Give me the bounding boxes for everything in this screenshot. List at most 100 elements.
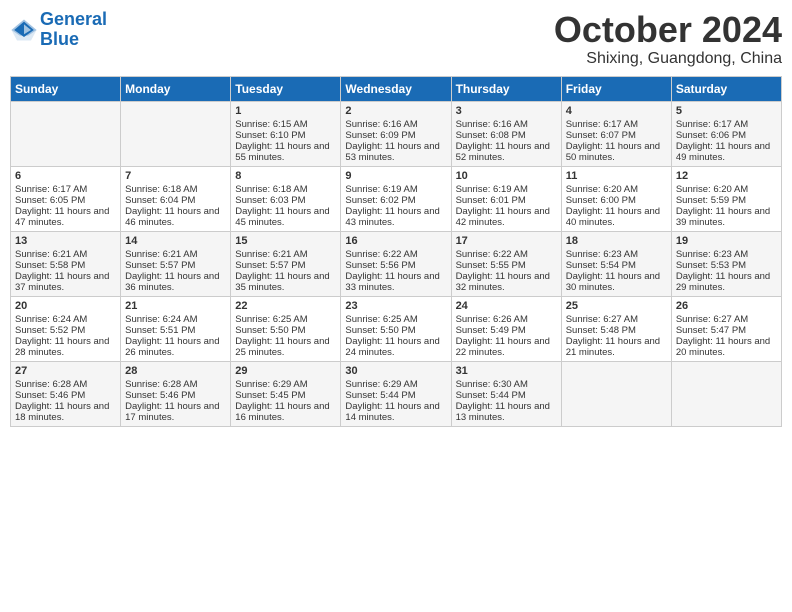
day-number: 29 bbox=[235, 365, 336, 377]
sunset-time: Sunset: 5:49 PM bbox=[456, 325, 526, 336]
calendar-day-cell: 12Sunrise: 6:20 AMSunset: 5:59 PMDayligh… bbox=[671, 166, 781, 231]
sunrise-time: Sunrise: 6:24 AM bbox=[125, 314, 197, 325]
daylight-hours: Daylight: 11 hours and 50 minutes. bbox=[566, 141, 660, 163]
sunset-time: Sunset: 5:50 PM bbox=[345, 325, 415, 336]
sunrise-time: Sunrise: 6:20 AM bbox=[566, 184, 638, 195]
calendar-day-cell: 14Sunrise: 6:21 AMSunset: 5:57 PMDayligh… bbox=[121, 231, 231, 296]
day-number: 10 bbox=[456, 170, 557, 182]
daylight-hours: Daylight: 11 hours and 43 minutes. bbox=[345, 206, 439, 228]
daylight-hours: Daylight: 11 hours and 40 minutes. bbox=[566, 206, 660, 228]
calendar-week-row: 27Sunrise: 6:28 AMSunset: 5:46 PMDayligh… bbox=[11, 361, 782, 426]
page-header: General Blue October 2024 Shixing, Guang… bbox=[10, 10, 782, 68]
weekday-header-thursday: Thursday bbox=[451, 76, 561, 101]
daylight-hours: Daylight: 11 hours and 35 minutes. bbox=[235, 271, 329, 293]
sunset-time: Sunset: 5:46 PM bbox=[15, 390, 85, 401]
sunrise-time: Sunrise: 6:22 AM bbox=[456, 249, 528, 260]
sunset-time: Sunset: 5:47 PM bbox=[676, 325, 746, 336]
calendar-day-cell: 31Sunrise: 6:30 AMSunset: 5:44 PMDayligh… bbox=[451, 361, 561, 426]
sunrise-time: Sunrise: 6:23 AM bbox=[676, 249, 748, 260]
daylight-hours: Daylight: 11 hours and 14 minutes. bbox=[345, 401, 439, 423]
day-number: 1 bbox=[235, 105, 336, 117]
logo-icon bbox=[10, 16, 38, 44]
daylight-hours: Daylight: 11 hours and 18 minutes. bbox=[15, 401, 109, 423]
day-number: 23 bbox=[345, 300, 446, 312]
day-number: 7 bbox=[125, 170, 226, 182]
sunrise-time: Sunrise: 6:19 AM bbox=[345, 184, 417, 195]
daylight-hours: Daylight: 11 hours and 33 minutes. bbox=[345, 271, 439, 293]
calendar-day-cell: 13Sunrise: 6:21 AMSunset: 5:58 PMDayligh… bbox=[11, 231, 121, 296]
calendar-day-cell: 7Sunrise: 6:18 AMSunset: 6:04 PMDaylight… bbox=[121, 166, 231, 231]
weekday-header-row: SundayMondayTuesdayWednesdayThursdayFrid… bbox=[11, 76, 782, 101]
sunrise-time: Sunrise: 6:18 AM bbox=[235, 184, 307, 195]
calendar-day-cell: 29Sunrise: 6:29 AMSunset: 5:45 PMDayligh… bbox=[231, 361, 341, 426]
day-number: 15 bbox=[235, 235, 336, 247]
daylight-hours: Daylight: 11 hours and 53 minutes. bbox=[345, 141, 439, 163]
calendar-day-cell: 27Sunrise: 6:28 AMSunset: 5:46 PMDayligh… bbox=[11, 361, 121, 426]
daylight-hours: Daylight: 11 hours and 16 minutes. bbox=[235, 401, 329, 423]
sunset-time: Sunset: 5:57 PM bbox=[125, 260, 195, 271]
day-number: 14 bbox=[125, 235, 226, 247]
calendar-day-cell: 5Sunrise: 6:17 AMSunset: 6:06 PMDaylight… bbox=[671, 101, 781, 166]
sunrise-time: Sunrise: 6:20 AM bbox=[676, 184, 748, 195]
sunset-time: Sunset: 6:08 PM bbox=[456, 130, 526, 141]
daylight-hours: Daylight: 11 hours and 17 minutes. bbox=[125, 401, 219, 423]
day-number: 5 bbox=[676, 105, 777, 117]
calendar-day-cell: 30Sunrise: 6:29 AMSunset: 5:44 PMDayligh… bbox=[341, 361, 451, 426]
sunrise-time: Sunrise: 6:17 AM bbox=[676, 119, 748, 130]
calendar-day-cell: 15Sunrise: 6:21 AMSunset: 5:57 PMDayligh… bbox=[231, 231, 341, 296]
daylight-hours: Daylight: 11 hours and 32 minutes. bbox=[456, 271, 550, 293]
sunset-time: Sunset: 5:50 PM bbox=[235, 325, 305, 336]
day-number: 26 bbox=[676, 300, 777, 312]
day-number: 3 bbox=[456, 105, 557, 117]
day-number: 31 bbox=[456, 365, 557, 377]
day-number: 27 bbox=[15, 365, 116, 377]
sunrise-time: Sunrise: 6:16 AM bbox=[345, 119, 417, 130]
sunrise-time: Sunrise: 6:19 AM bbox=[456, 184, 528, 195]
title-block: October 2024 Shixing, Guangdong, China bbox=[554, 10, 782, 68]
day-number: 2 bbox=[345, 105, 446, 117]
day-number: 30 bbox=[345, 365, 446, 377]
day-number: 20 bbox=[15, 300, 116, 312]
daylight-hours: Daylight: 11 hours and 21 minutes. bbox=[566, 336, 660, 358]
sunset-time: Sunset: 5:46 PM bbox=[125, 390, 195, 401]
sunset-time: Sunset: 6:01 PM bbox=[456, 195, 526, 206]
calendar-day-cell: 26Sunrise: 6:27 AMSunset: 5:47 PMDayligh… bbox=[671, 296, 781, 361]
calendar-day-cell: 11Sunrise: 6:20 AMSunset: 6:00 PMDayligh… bbox=[561, 166, 671, 231]
weekday-header-wednesday: Wednesday bbox=[341, 76, 451, 101]
sunset-time: Sunset: 6:09 PM bbox=[345, 130, 415, 141]
sunrise-time: Sunrise: 6:21 AM bbox=[15, 249, 87, 260]
sunset-time: Sunset: 6:04 PM bbox=[125, 195, 195, 206]
daylight-hours: Daylight: 11 hours and 30 minutes. bbox=[566, 271, 660, 293]
weekday-header-monday: Monday bbox=[121, 76, 231, 101]
sunset-time: Sunset: 5:48 PM bbox=[566, 325, 636, 336]
sunrise-time: Sunrise: 6:24 AM bbox=[15, 314, 87, 325]
calendar-day-cell: 23Sunrise: 6:25 AMSunset: 5:50 PMDayligh… bbox=[341, 296, 451, 361]
calendar-day-cell: 8Sunrise: 6:18 AMSunset: 6:03 PMDaylight… bbox=[231, 166, 341, 231]
day-number: 13 bbox=[15, 235, 116, 247]
sunset-time: Sunset: 6:02 PM bbox=[345, 195, 415, 206]
sunset-time: Sunset: 5:59 PM bbox=[676, 195, 746, 206]
calendar-empty-cell bbox=[671, 361, 781, 426]
location-title: Shixing, Guangdong, China bbox=[554, 50, 782, 68]
calendar-week-row: 13Sunrise: 6:21 AMSunset: 5:58 PMDayligh… bbox=[11, 231, 782, 296]
sunrise-time: Sunrise: 6:25 AM bbox=[345, 314, 417, 325]
calendar-day-cell: 19Sunrise: 6:23 AMSunset: 5:53 PMDayligh… bbox=[671, 231, 781, 296]
month-title: October 2024 bbox=[554, 10, 782, 50]
calendar-empty-cell bbox=[11, 101, 121, 166]
sunrise-time: Sunrise: 6:17 AM bbox=[566, 119, 638, 130]
calendar-day-cell: 4Sunrise: 6:17 AMSunset: 6:07 PMDaylight… bbox=[561, 101, 671, 166]
calendar-day-cell: 16Sunrise: 6:22 AMSunset: 5:56 PMDayligh… bbox=[341, 231, 451, 296]
calendar-day-cell: 17Sunrise: 6:22 AMSunset: 5:55 PMDayligh… bbox=[451, 231, 561, 296]
day-number: 18 bbox=[566, 235, 667, 247]
day-number: 25 bbox=[566, 300, 667, 312]
sunrise-time: Sunrise: 6:30 AM bbox=[456, 379, 528, 390]
sunrise-time: Sunrise: 6:23 AM bbox=[566, 249, 638, 260]
day-number: 22 bbox=[235, 300, 336, 312]
daylight-hours: Daylight: 11 hours and 22 minutes. bbox=[456, 336, 550, 358]
calendar-day-cell: 22Sunrise: 6:25 AMSunset: 5:50 PMDayligh… bbox=[231, 296, 341, 361]
calendar-empty-cell bbox=[121, 101, 231, 166]
calendar-day-cell: 1Sunrise: 6:15 AMSunset: 6:10 PMDaylight… bbox=[231, 101, 341, 166]
sunset-time: Sunset: 6:03 PM bbox=[235, 195, 305, 206]
daylight-hours: Daylight: 11 hours and 20 minutes. bbox=[676, 336, 770, 358]
sunset-time: Sunset: 5:52 PM bbox=[15, 325, 85, 336]
